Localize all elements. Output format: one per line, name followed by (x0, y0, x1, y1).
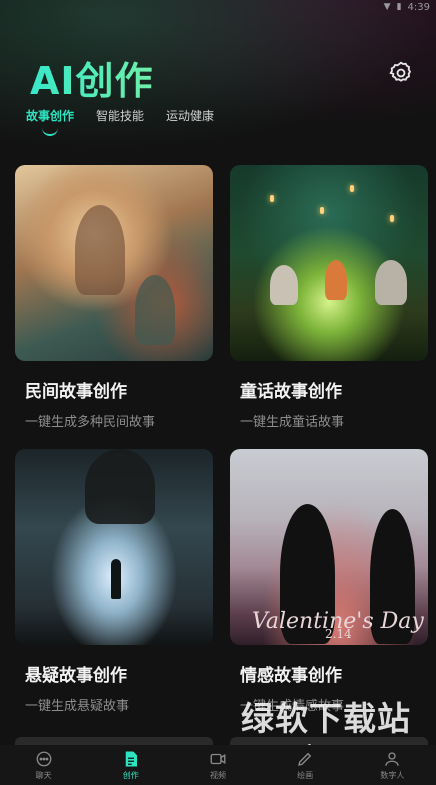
card-title: 情感故事创作 (240, 666, 342, 685)
lantern-shape (350, 185, 354, 192)
tab-label: 故事创作 (26, 109, 75, 123)
lantern-shape (390, 215, 394, 222)
gear-icon (389, 61, 412, 82)
video-icon (210, 753, 226, 764)
page-title: AI创作 (30, 50, 154, 105)
nav-item-chat[interactable]: 聊天 (14, 750, 74, 781)
status-bar: ▼ ▮ 4:39 (0, 0, 436, 14)
card-image (15, 449, 213, 645)
active-tab-indicator (42, 128, 58, 136)
tab-label: 智能技能 (96, 109, 145, 123)
card-image: Valentine's Day 2.14 (230, 449, 428, 645)
story-card-romance[interactable]: Valentine's Day 2.14 情感故事创作 一键生成情感故事 (230, 449, 428, 714)
story-card-mystery[interactable]: 悬疑故事创作 一键生成悬疑故事 (15, 449, 213, 714)
card-description: 一键生成多种民间故事 (25, 414, 156, 429)
card-description: 一键生成童话故事 (240, 414, 345, 429)
wolf-shape (270, 265, 298, 305)
lantern-shape (270, 195, 274, 202)
wifi-icon: ▼ (383, 2, 391, 12)
card-description: 一键生成情感故事 (240, 698, 345, 713)
settings-button[interactable] (388, 60, 414, 86)
nav-label: 创作 (122, 770, 139, 780)
nav-label: 视频 (209, 770, 226, 780)
card-title: 童话故事创作 (240, 382, 342, 401)
chat-bubble-icon (36, 751, 52, 766)
fox-shape (325, 260, 347, 300)
lantern-shape (320, 207, 324, 214)
story-card-folk[interactable]: 民间故事创作 一键生成多种民间故事 (15, 165, 213, 430)
nav-item-digital-human[interactable]: 数字人 (362, 750, 422, 781)
nav-item-paint[interactable]: 绘画 (275, 750, 335, 781)
tab-label: 运动健康 (166, 109, 215, 123)
card-title: 民间故事创作 (25, 382, 127, 401)
card-title: 悬疑故事创作 (25, 666, 127, 685)
hand-shape (85, 449, 155, 524)
tab-sports-health[interactable]: 运动健康 (166, 107, 214, 136)
nav-label: 数字人 (380, 770, 405, 780)
tab-story-creation[interactable]: 故事创作 (26, 107, 74, 136)
nav-item-video[interactable]: 视频 (188, 750, 248, 781)
card-description: 一键生成悬疑故事 (25, 698, 130, 713)
category-tabs: 故事创作 智能技能 运动健康 (26, 107, 214, 136)
nav-label: 聊天 (35, 770, 52, 780)
document-icon (125, 751, 137, 766)
paint-icon (298, 752, 312, 766)
figure-shape (135, 275, 175, 345)
battery-icon: ▮ (396, 2, 402, 12)
wolf-shape (375, 260, 407, 305)
tab-smart-skills[interactable]: 智能技能 (96, 107, 144, 136)
story-card-fairytale[interactable]: 童话故事创作 一键生成童话故事 (230, 165, 428, 430)
nav-label: 绘画 (297, 770, 314, 780)
figure-shape (75, 205, 125, 295)
status-time: 4:39 (407, 1, 430, 13)
person-icon (385, 751, 400, 766)
nav-item-create[interactable]: 创作 (101, 750, 161, 781)
card-image (15, 165, 213, 361)
bottom-navigation: 聊天 创作 视频 绘画 数字人 (0, 745, 436, 785)
card-image (230, 165, 428, 361)
valentine-date: 2.14 (325, 627, 352, 641)
child-silhouette (111, 559, 121, 599)
